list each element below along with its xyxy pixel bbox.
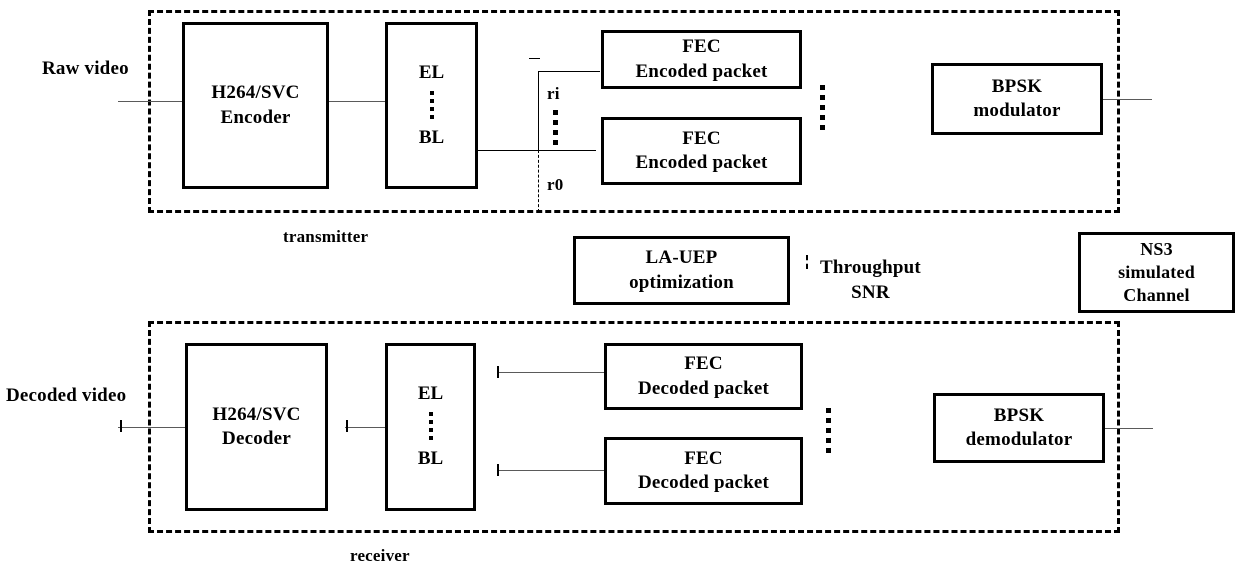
decoded-video-output-line [118,427,186,428]
rate-ellipsis-icon [553,110,558,145]
ns3-simulated-channel-block: NS3 simulated Channel [1078,232,1235,313]
la-uep-line-2: optimization [629,271,734,293]
rx-fec-top-tick-icon [497,366,499,378]
tx-fec-bottom-line-1: FEC [682,127,721,149]
rx-layer-bl-label: BL [417,448,444,469]
ri-branch-line [538,71,600,72]
tx-fec-ellipsis-icon [820,85,825,130]
encoder-line-2: Encoder [220,106,291,128]
bpsk-demodulator-line-2: demodulator [965,429,1073,450]
bpsk-demodulator-block: BPSK demodulator [933,393,1105,463]
bpsk-demodulator-line-1: BPSK [993,404,1045,426]
bpsk-modulator-line-1: BPSK [991,75,1043,97]
rx-fec-top-to-layers-line [498,372,604,373]
rx-fec-decoded-packet-bottom-block: FEC Decoded packet [604,437,803,505]
ns3-line-2: simulated [1118,261,1195,282]
splitter-top-tick [529,58,540,59]
rx-fec-top-line-2: Decoded packet [637,377,770,399]
diagram-canvas: Raw video H264/SVC Encoder EL BL ri r0 F… [0,0,1240,571]
tx-fec-encoded-packet-top-block: FEC Encoded packet [601,30,802,89]
encoder-line-1: H264/SVC [211,82,300,104]
transmitter-caption: transmitter [283,227,369,246]
receiver-caption: receiver [350,546,410,565]
bpsk-modulator-block: BPSK modulator [931,63,1103,135]
tx-layer-bl-label: BL [418,126,445,148]
feedback-line-2: SNR [851,281,890,303]
rx-fec-ellipsis-icon [826,408,831,453]
rate-splitter-dashed-tail [538,150,539,212]
raw-video-label: Raw video [42,58,129,79]
rate-r0-label: r0 [547,175,564,194]
rx-fec-decoded-packet-top-block: FEC Decoded packet [604,343,803,410]
demodulator-input-line [1105,428,1153,429]
bl-output-bus-line [478,150,596,151]
decoder-line-1: H264/SVC [212,403,301,425]
ns3-line-1: NS3 [1140,238,1173,259]
tx-fec-encoded-packet-bottom-block: FEC Encoded packet [601,117,802,185]
encoder-to-layers-line [329,101,386,102]
decoded-video-label: Decoded video [6,385,127,406]
decoder-line-2: Decoder [222,428,291,449]
rx-fec-top-line-1: FEC [684,353,723,375]
rx-fec-bottom-line-2: Decoded packet [637,472,770,493]
tx-layer-ellipsis-icon [429,90,434,119]
tx-fec-top-line-2: Encoded packet [635,60,768,82]
la-uep-line-1: LA-UEP [645,247,718,269]
layers-to-decoder-line [345,427,386,428]
rate-splitter-vertical-line [538,71,539,151]
h264-svc-decoder-block: H264/SVC Decoder [185,343,328,511]
tx-layer-el-label: EL [418,61,445,83]
feedback-line-1: Throughput [820,257,921,278]
feedback-metrics-label: Throughput SNR [820,256,921,305]
rx-fec-bottom-tick-icon [497,464,499,476]
feedback-tick-icon [806,255,808,269]
tx-layer-stack-block: EL BL [385,22,478,189]
modulator-output-line [1103,99,1152,100]
rate-ri-label: ri [547,84,560,103]
decoded-video-tick-icon [120,420,122,432]
layers-to-decoder-tick-icon [346,420,348,432]
rx-layer-el-label: EL [417,383,444,405]
rx-fec-bottom-to-layers-line [498,470,604,471]
h264-svc-encoder-block: H264/SVC Encoder [182,22,329,189]
rx-layer-stack-block: EL BL [385,343,476,511]
bpsk-modulator-line-2: modulator [973,100,1061,121]
ns3-line-3: Channel [1123,285,1190,306]
tx-fec-bottom-line-2: Encoded packet [635,152,768,173]
la-uep-optimization-block: LA-UEP optimization [573,236,790,305]
tx-fec-top-line-1: FEC [682,36,721,58]
rx-fec-bottom-line-1: FEC [684,447,723,469]
rx-layer-ellipsis-icon [428,412,433,440]
raw-video-input-line [118,101,184,102]
